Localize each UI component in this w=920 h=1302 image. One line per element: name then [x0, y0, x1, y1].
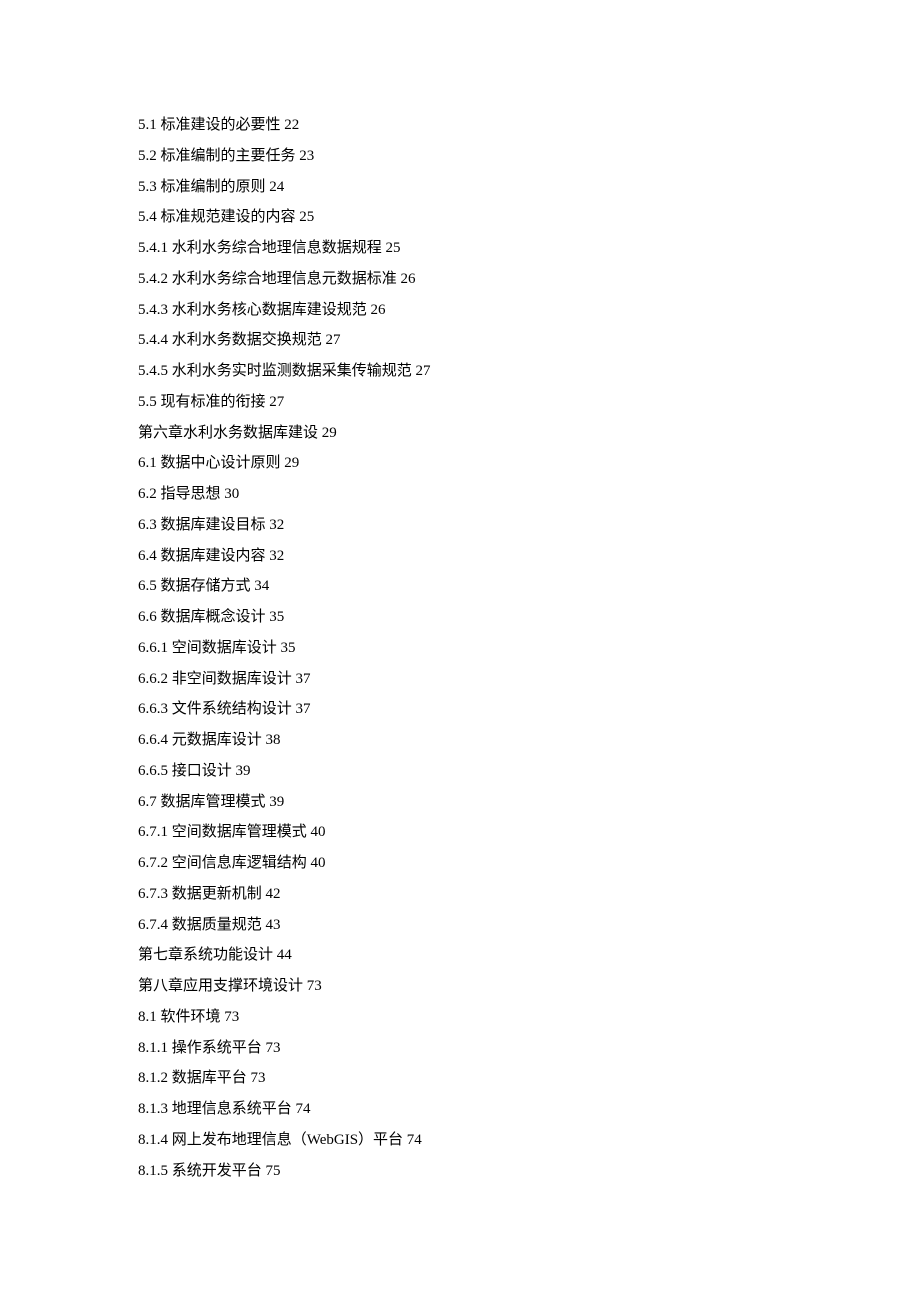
- toc-entry: 6.5 数据存储方式 34: [138, 571, 920, 602]
- toc-text: 6.6 数据库概念设计 35: [138, 609, 284, 625]
- toc-entry: 6.4 数据库建设内容 32: [138, 541, 920, 572]
- toc-entry: 6.1 数据中心设计原则 29: [138, 448, 920, 479]
- toc-entry: 8.1.3 地理信息系统平台 74: [138, 1094, 920, 1125]
- toc-text: 8.1.5 系统开发平台 75: [138, 1163, 281, 1179]
- toc-text: 5.4 标准规范建设的内容 25: [138, 209, 314, 225]
- document-page: 5.1 标准建设的必要性 22 5.2 标准编制的主要任务 23 5.3 标准编…: [0, 0, 920, 1302]
- toc-text: 6.7.3 数据更新机制 42: [138, 886, 281, 902]
- toc-text: 8.1 软件环境 73: [138, 1009, 239, 1025]
- toc-entry: 5.4.2 水利水务综合地理信息元数据标准 26: [138, 264, 920, 295]
- toc-text: 6.6.3 文件系统结构设计 37: [138, 701, 311, 717]
- toc-entry: 6.6.3 文件系统结构设计 37: [138, 694, 920, 725]
- toc-entry: 8.1.2 数据库平台 73: [138, 1063, 920, 1094]
- toc-entry: 6.7.4 数据质量规范 43: [138, 910, 920, 941]
- toc-entry: 第七章系统功能设计 44: [138, 940, 920, 971]
- toc-text: 5.1 标准建设的必要性 22: [138, 117, 299, 133]
- toc-text: 6.3 数据库建设目标 32: [138, 517, 284, 533]
- toc-entry: 6.7.2 空间信息库逻辑结构 40: [138, 848, 920, 879]
- toc-entry: 5.2 标准编制的主要任务 23: [138, 141, 920, 172]
- toc-entry: 6.6.2 非空间数据库设计 37: [138, 664, 920, 695]
- toc-entry: 6.6.4 元数据库设计 38: [138, 725, 920, 756]
- toc-entry: 6.7.3 数据更新机制 42: [138, 879, 920, 910]
- toc-entry: 第八章应用支撑环境设计 73: [138, 971, 920, 1002]
- toc-text: 5.4.5 水利水务实时监测数据采集传输规范 27: [138, 363, 431, 379]
- toc-text: 8.1.4 网上发布地理信息（WebGIS）平台 74: [138, 1132, 422, 1148]
- toc-entry: 5.4.3 水利水务核心数据库建设规范 26: [138, 295, 920, 326]
- toc-text: 5.3 标准编制的原则 24: [138, 179, 284, 195]
- toc-entry: 6.2 指导思想 30: [138, 479, 920, 510]
- toc-entry: 6.6 数据库概念设计 35: [138, 602, 920, 633]
- toc-text: 6.4 数据库建设内容 32: [138, 548, 284, 564]
- toc-text: 8.1.1 操作系统平台 73: [138, 1040, 281, 1056]
- toc-text: 5.2 标准编制的主要任务 23: [138, 148, 314, 164]
- toc-text: 6.7.4 数据质量规范 43: [138, 917, 281, 933]
- toc-text: 6.2 指导思想 30: [138, 486, 239, 502]
- toc-entry: 5.3 标准编制的原则 24: [138, 172, 920, 203]
- toc-entry: 第六章水利水务数据库建设 29: [138, 418, 920, 449]
- toc-text: 6.6.4 元数据库设计 38: [138, 732, 281, 748]
- toc-text: 6.7.1 空间数据库管理模式 40: [138, 824, 326, 840]
- toc-entry: 8.1.4 网上发布地理信息（WebGIS）平台 74: [138, 1125, 920, 1156]
- toc-entry: 8.1.1 操作系统平台 73: [138, 1033, 920, 1064]
- toc-entry: 5.4.5 水利水务实时监测数据采集传输规范 27: [138, 356, 920, 387]
- toc-text: 第六章水利水务数据库建设 29: [138, 425, 337, 441]
- toc-entry: 5.4.1 水利水务综合地理信息数据规程 25: [138, 233, 920, 264]
- toc-entry: 5.4.4 水利水务数据交换规范 27: [138, 325, 920, 356]
- toc-text: 5.4.4 水利水务数据交换规范 27: [138, 332, 341, 348]
- toc-text: 5.4.3 水利水务核心数据库建设规范 26: [138, 302, 386, 318]
- toc-text: 第八章应用支撑环境设计 73: [138, 978, 322, 994]
- toc-text: 6.6.2 非空间数据库设计 37: [138, 671, 311, 687]
- toc-text: 5.5 现有标准的衔接 27: [138, 394, 284, 410]
- toc-text: 5.4.2 水利水务综合地理信息元数据标准 26: [138, 271, 416, 287]
- toc-entry: 8.1 软件环境 73: [138, 1002, 920, 1033]
- toc-entry: 5.1 标准建设的必要性 22: [138, 110, 920, 141]
- toc-text: 6.6.1 空间数据库设计 35: [138, 640, 296, 656]
- toc-entry: 6.3 数据库建设目标 32: [138, 510, 920, 541]
- toc-text: 5.4.1 水利水务综合地理信息数据规程 25: [138, 240, 401, 256]
- toc-entry: 8.1.5 系统开发平台 75: [138, 1156, 920, 1187]
- toc-text: 6.7 数据库管理模式 39: [138, 794, 284, 810]
- toc-text: 8.1.3 地理信息系统平台 74: [138, 1101, 311, 1117]
- toc-entry: 6.6.1 空间数据库设计 35: [138, 633, 920, 664]
- toc-entry: 6.7.1 空间数据库管理模式 40: [138, 817, 920, 848]
- toc-entry: 5.5 现有标准的衔接 27: [138, 387, 920, 418]
- toc-text: 第七章系统功能设计 44: [138, 947, 292, 963]
- toc-text: 6.6.5 接口设计 39: [138, 763, 251, 779]
- toc-entry: 5.4 标准规范建设的内容 25: [138, 202, 920, 233]
- toc-text: 6.7.2 空间信息库逻辑结构 40: [138, 855, 326, 871]
- toc-entry: 6.7 数据库管理模式 39: [138, 787, 920, 818]
- toc-entry: 6.6.5 接口设计 39: [138, 756, 920, 787]
- toc-text: 8.1.2 数据库平台 73: [138, 1070, 266, 1086]
- toc-text: 6.1 数据中心设计原则 29: [138, 455, 299, 471]
- toc-text: 6.5 数据存储方式 34: [138, 578, 269, 594]
